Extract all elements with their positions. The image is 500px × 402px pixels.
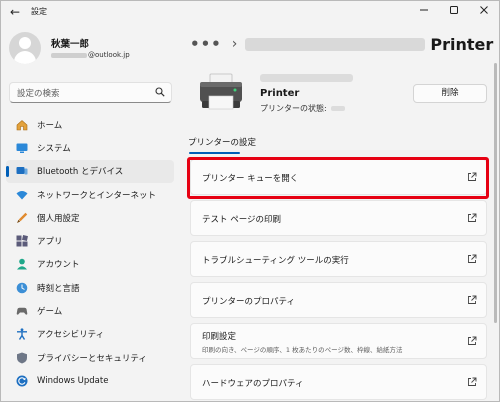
avatar bbox=[9, 32, 41, 64]
minimize-button[interactable] bbox=[409, 1, 439, 19]
sidebar-item-gaming[interactable]: ゲーム bbox=[6, 299, 174, 322]
device-status-label: プリンターの状態: bbox=[260, 104, 327, 113]
breadcrumb-more-button[interactable]: ••• bbox=[190, 35, 222, 53]
sidebar-item-label: ゲーム bbox=[37, 307, 63, 318]
hardware-properties-item[interactable]: ハードウェアのプロパティ bbox=[190, 364, 487, 400]
sidebar-item-apps[interactable]: アプリ bbox=[6, 229, 174, 252]
status-value-redacted bbox=[330, 106, 345, 111]
settings-window: ← 設定 秋葉一郎 @outlook.jp 設定の検索 ホーム システム Blu… bbox=[0, 0, 500, 402]
sidebar-item-bluetooth-devices[interactable]: Bluetooth とデバイス bbox=[6, 159, 174, 183]
maximize-icon bbox=[450, 6, 458, 14]
apps-icon bbox=[16, 235, 28, 247]
open-external-icon bbox=[468, 377, 477, 386]
network-icon bbox=[16, 189, 28, 201]
breadcrumb: ••• › Printer bbox=[190, 34, 493, 54]
account-icon bbox=[16, 258, 28, 270]
sidebar-item-home[interactable]: ホーム bbox=[6, 113, 174, 136]
tab-underline bbox=[189, 152, 240, 154]
selection-indicator bbox=[6, 165, 9, 177]
sidebar-item-label: 個人用設定 bbox=[37, 213, 80, 224]
open-external-icon bbox=[468, 213, 477, 222]
avatar-body bbox=[14, 51, 36, 64]
search-input[interactable]: 設定の検索 bbox=[17, 87, 60, 99]
printer-icon bbox=[200, 73, 242, 110]
printer-properties-item[interactable]: プリンターのプロパティ bbox=[190, 282, 487, 318]
device-status: プリンターの状態: bbox=[260, 103, 345, 114]
title-bar: ← 設定 bbox=[1, 1, 499, 23]
sidebar-item-privacy-security[interactable]: プライバシーとセキュリティ bbox=[6, 346, 174, 369]
sidebar-item-label: プライバシーとセキュリティ bbox=[37, 353, 147, 364]
maximize-button[interactable] bbox=[439, 1, 469, 19]
sidebar-item-label: ネットワークとインターネット bbox=[37, 190, 157, 201]
minimize-icon bbox=[420, 9, 428, 11]
sidebar-item-label: アクセシビリティ bbox=[37, 330, 105, 341]
time-language-icon bbox=[16, 282, 28, 294]
setting-description: 印刷の向き、ページの順序、1 枚あたりのページ数、枠線、給紙方法 bbox=[202, 346, 403, 354]
breadcrumb-redacted-name bbox=[245, 37, 426, 51]
user-name: 秋葉一郎 bbox=[51, 39, 90, 50]
sidebar-item-windows-update[interactable]: Windows Update bbox=[6, 369, 174, 392]
scrollbar[interactable] bbox=[494, 63, 497, 323]
home-icon bbox=[16, 119, 28, 131]
windows-update-icon bbox=[16, 375, 28, 387]
accessibility-icon bbox=[16, 328, 28, 341]
device-name: Printer bbox=[260, 88, 300, 99]
setting-label: トラブルシューティング ツールの実行 bbox=[202, 256, 349, 266]
user-profile[interactable]: 秋葉一郎 @outlook.jp bbox=[9, 32, 174, 68]
window-title: 設定 bbox=[31, 7, 47, 16]
tab-printer-settings[interactable]: プリンターの設定 bbox=[188, 136, 256, 148]
sidebar-item-accessibility[interactable]: アクセシビリティ bbox=[6, 323, 174, 346]
sidebar-item-account[interactable]: アカウント bbox=[6, 253, 174, 276]
email-redacted bbox=[51, 52, 87, 58]
sidebar-item-label: Windows Update bbox=[37, 375, 109, 386]
search-icon bbox=[155, 87, 165, 97]
delete-button[interactable]: 削除 bbox=[413, 84, 487, 103]
bluetooth-devices-icon bbox=[16, 165, 28, 177]
close-button[interactable] bbox=[469, 1, 499, 19]
sidebar-item-label: Bluetooth とデバイス bbox=[37, 167, 124, 178]
gaming-icon bbox=[16, 305, 28, 317]
chevron-right-icon: › bbox=[231, 36, 238, 52]
open-external-icon bbox=[468, 295, 477, 304]
avatar-person-icon bbox=[19, 37, 31, 49]
print-test-page-item[interactable]: テスト ページの印刷 bbox=[190, 200, 487, 236]
sidebar-item-system[interactable]: システム bbox=[6, 136, 174, 159]
sidebar-item-label: アプリ bbox=[37, 237, 63, 248]
back-button[interactable]: ← bbox=[8, 5, 22, 19]
setting-label: ハードウェアのプロパティ bbox=[202, 379, 304, 389]
page-title: Printer bbox=[430, 34, 494, 54]
main-content: ••• › Printer Printer プリンターの状態: 削除 プリンター… bbox=[177, 23, 499, 401]
sidebar: 秋葉一郎 @outlook.jp 設定の検索 ホーム システム Bluetoot… bbox=[1, 23, 177, 401]
setting-label: 印刷設定 bbox=[202, 332, 237, 342]
setting-label: プリンターのプロパティ bbox=[202, 297, 295, 307]
sidebar-item-personalization[interactable]: 個人用設定 bbox=[6, 206, 174, 229]
close-icon bbox=[480, 6, 488, 14]
sidebar-item-network[interactable]: ネットワークとインターネット bbox=[6, 183, 174, 206]
device-model-redacted bbox=[260, 74, 353, 82]
open-external-icon bbox=[468, 336, 477, 345]
run-troubleshooter-item[interactable]: トラブルシューティング ツールの実行 bbox=[190, 241, 487, 277]
sidebar-item-label: ホーム bbox=[37, 120, 63, 131]
sidebar-item-label: 時刻と言語 bbox=[37, 283, 80, 294]
personalization-icon bbox=[16, 212, 28, 224]
privacy-shield-icon bbox=[16, 352, 28, 364]
setting-label: テスト ページの印刷 bbox=[202, 215, 282, 225]
window-controls bbox=[409, 1, 499, 23]
sidebar-nav: ホーム システム Bluetooth とデバイス ネットワークとインターネット … bbox=[6, 113, 174, 393]
open-external-icon bbox=[468, 254, 477, 263]
sidebar-item-label: アカウント bbox=[37, 260, 80, 271]
sidebar-item-label: システム bbox=[37, 143, 71, 154]
email-domain: @outlook.jp bbox=[88, 51, 130, 59]
system-icon bbox=[16, 142, 28, 154]
user-email: @outlook.jp bbox=[51, 51, 130, 59]
printing-preferences-item[interactable]: 印刷設定 印刷の向き、ページの順序、1 枚あたりのページ数、枠線、給紙方法 bbox=[190, 323, 487, 359]
highlight-box bbox=[187, 157, 489, 199]
sidebar-item-time-language[interactable]: 時刻と言語 bbox=[6, 276, 174, 299]
search-box[interactable]: 設定の検索 bbox=[9, 82, 172, 103]
